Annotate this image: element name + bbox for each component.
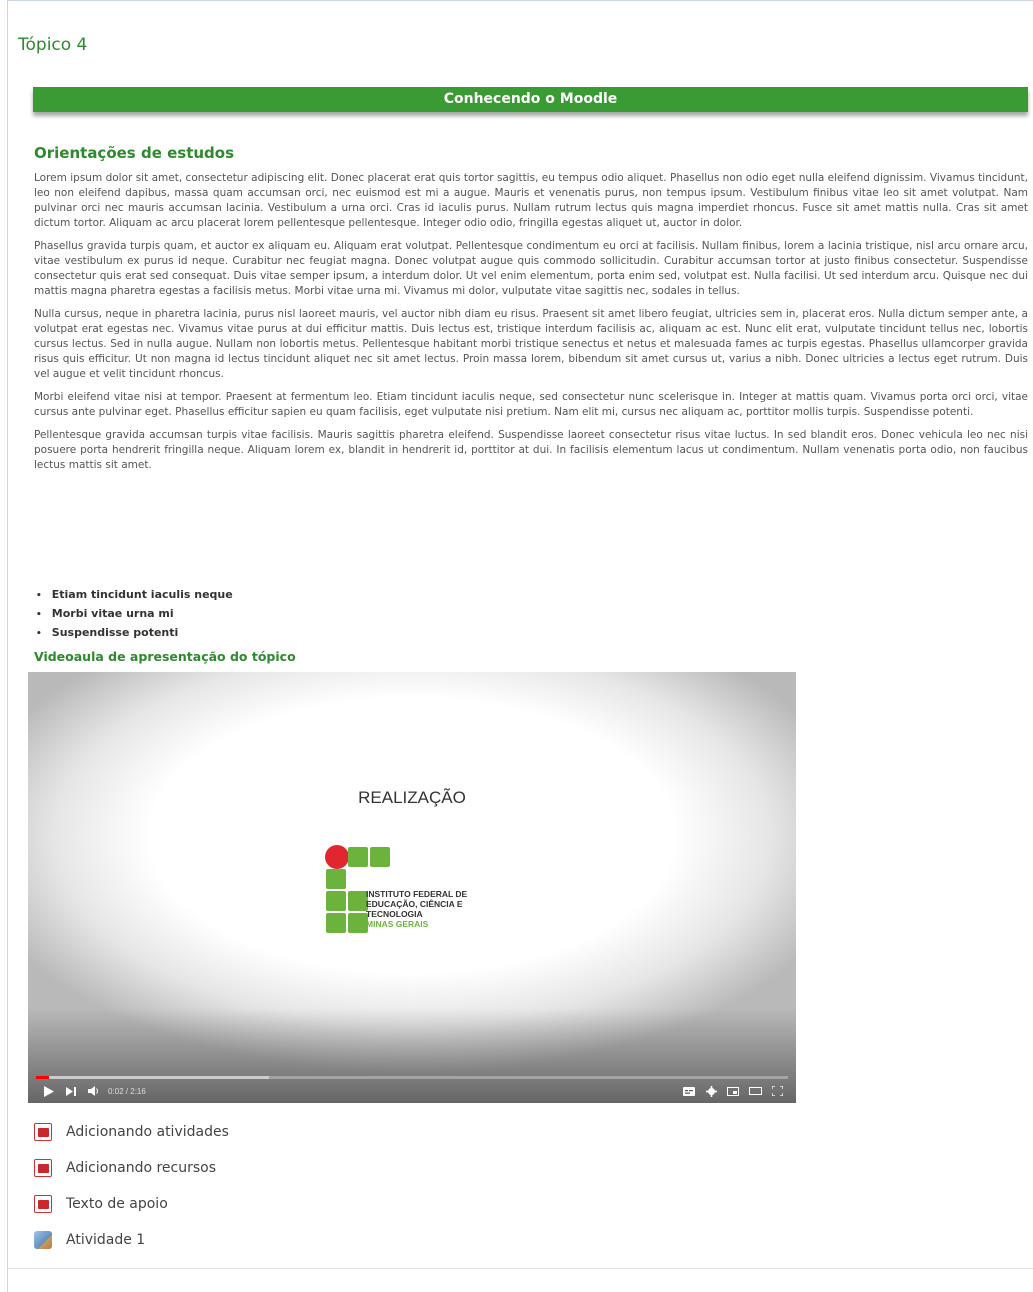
- list-item: Etiam tincidunt iaculis neque: [36, 586, 233, 605]
- list-item: Suspendisse potenti: [36, 624, 233, 643]
- resource-list: Adicionando atividades Adicionando recur…: [34, 1114, 229, 1258]
- paragraph: Nulla cursus, neque in pharetra lacinia,…: [34, 308, 1028, 380]
- activity-link-atividade-1[interactable]: Atividade 1: [34, 1222, 229, 1258]
- study-guide-text: Lorem ipsum dolor sit amet, consectetur …: [34, 171, 1028, 481]
- gear-icon[interactable]: [700, 1082, 722, 1100]
- pdf-icon: [34, 1195, 52, 1213]
- fullscreen-icon[interactable]: [766, 1082, 788, 1100]
- video-player[interactable]: REALIZAÇÃO INSTITUTO FEDERAL DE EDUCAÇÃO…: [28, 672, 796, 1103]
- theater-icon[interactable]: [744, 1082, 766, 1100]
- volume-icon[interactable]: [82, 1082, 104, 1100]
- logo-text: INSTITUTO FEDERAL DE EDUCAÇÃO, CIÊNCIA E…: [366, 889, 518, 929]
- pdf-icon: [34, 1123, 52, 1141]
- bullet-list: Etiam tincidunt iaculis neque Morbi vita…: [36, 586, 233, 643]
- resource-link-texto-de-apoio[interactable]: Texto de apoio: [34, 1186, 229, 1222]
- video-time: 0:02 / 2:16: [108, 1086, 146, 1096]
- section-banner: Conhecendo o Moodle: [33, 87, 1028, 112]
- study-guide-title: Orientações de estudos: [34, 144, 235, 162]
- miniplayer-icon[interactable]: [722, 1082, 744, 1100]
- list-item: Morbi vitae urna mi: [36, 605, 233, 624]
- resource-link-adicionando-recursos[interactable]: Adicionando recursos: [34, 1150, 229, 1186]
- paragraph: Pellentesque gravida accumsan turpis vit…: [34, 429, 1028, 471]
- institute-logo: INSTITUTO FEDERAL DE EDUCAÇÃO, CIÊNCIA E…: [298, 835, 518, 935]
- paragraph: Phasellus gravida turpis quam, et auctor…: [34, 240, 1028, 297]
- paragraph: Morbi eleifend vitae nisi at tempor. Pra…: [34, 391, 1028, 418]
- resource-label[interactable]: Adicionando recursos: [66, 1160, 216, 1176]
- logo-line: INSTITUTO FEDERAL DE: [366, 889, 468, 899]
- paragraph: Lorem ipsum dolor sit amet, consectetur …: [34, 172, 1028, 229]
- video-heading: Videoaula de apresentação do tópico: [34, 649, 296, 664]
- assignment-icon: [34, 1231, 52, 1249]
- play-icon[interactable]: [38, 1082, 60, 1100]
- resource-label[interactable]: Atividade 1: [66, 1232, 145, 1248]
- logo-line: MINAS GERAIS: [366, 919, 429, 929]
- subtitles-icon[interactable]: [678, 1082, 700, 1100]
- next-icon[interactable]: [60, 1082, 82, 1100]
- topic-title: Tópico 4: [18, 35, 88, 55]
- resource-label[interactable]: Texto de apoio: [66, 1196, 168, 1212]
- resource-link-adicionando-atividades[interactable]: Adicionando atividades: [34, 1114, 229, 1150]
- video-controls: 0:02 / 2:16: [28, 1079, 796, 1103]
- pdf-icon: [34, 1159, 52, 1177]
- slide-text: REALIZAÇÃO: [358, 788, 466, 807]
- section-divider: [8, 1268, 1033, 1269]
- resource-label[interactable]: Adicionando atividades: [66, 1124, 229, 1140]
- logo-line: EDUCAÇÃO, CIÊNCIA E TECNOLOGIA: [366, 899, 463, 919]
